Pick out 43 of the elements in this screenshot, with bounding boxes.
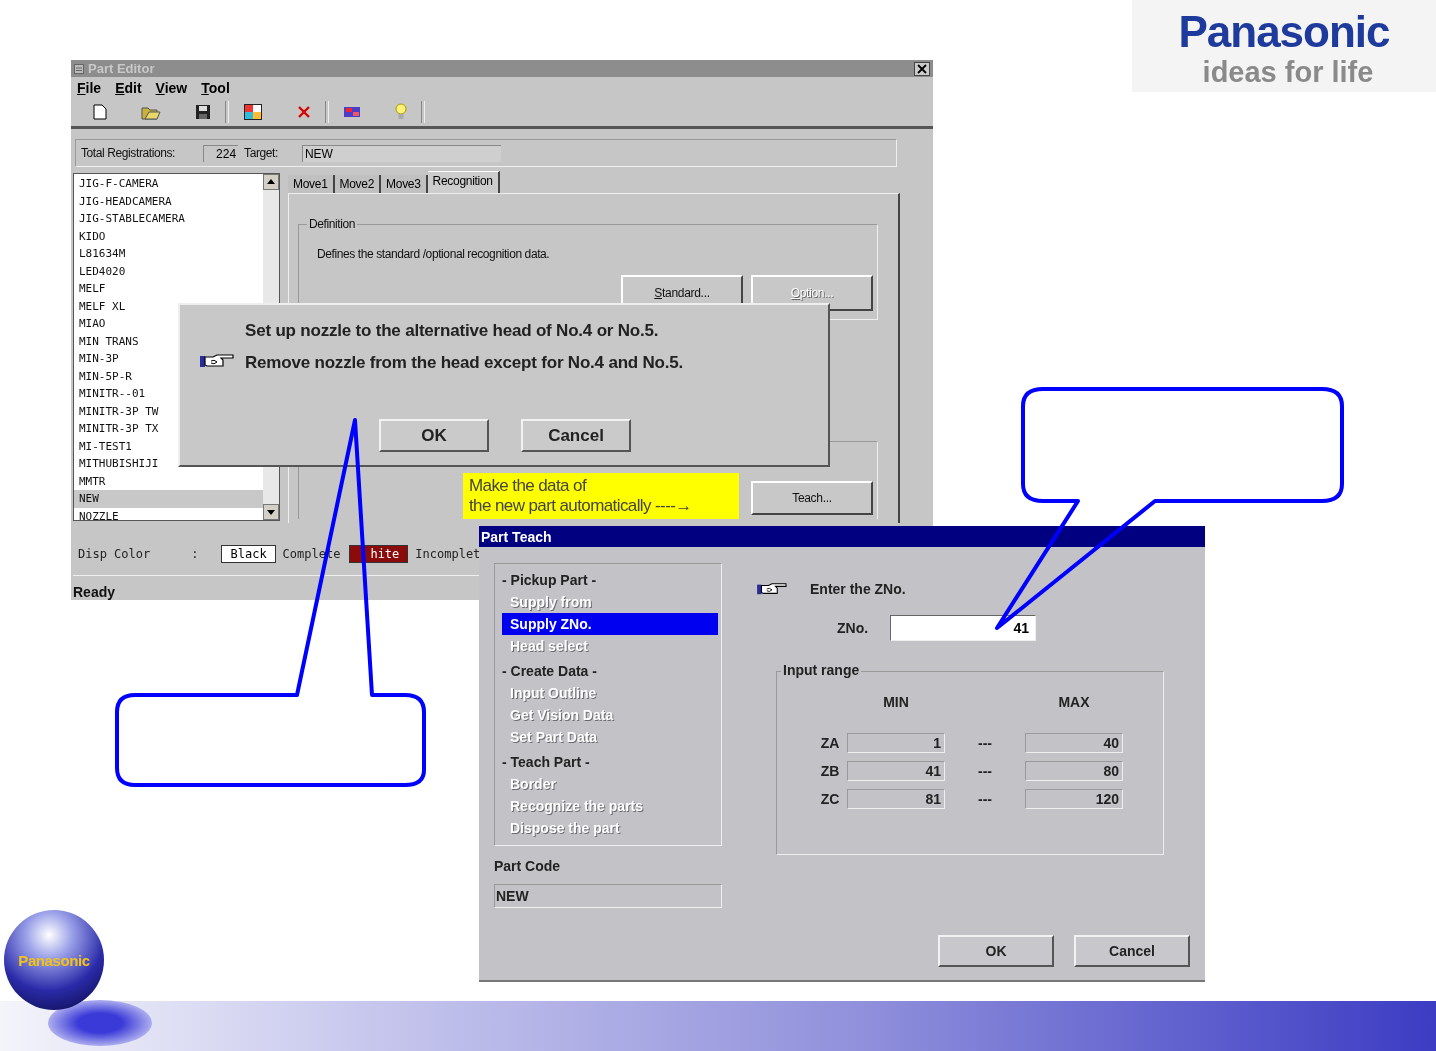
min-field: 81	[847, 789, 945, 809]
min-field: 41	[847, 761, 945, 781]
registrations-label: Total Registrations:	[81, 146, 176, 160]
group-legend: Input range	[781, 662, 862, 678]
column-header: MIN	[882, 694, 910, 710]
brand-slogan: ideas for life	[1202, 56, 1374, 88]
step-heading: - Create Data -	[502, 662, 598, 681]
range-separator: ---	[977, 791, 993, 807]
column-header: MAX	[1057, 694, 1091, 710]
dialog-message: Set up nozzle to the alternative head of No.4 or No.5.	[245, 321, 660, 341]
window-title: Part Teach	[481, 528, 552, 545]
step-heading: - Teach Part -	[502, 753, 591, 772]
range-separator: ---	[977, 735, 993, 751]
step-heading: - Pickup Part -	[502, 571, 598, 590]
status-text: Incomplet	[415, 547, 481, 561]
target-field: NEW	[301, 144, 501, 162]
zno-label: ZNo.	[837, 620, 869, 636]
part-code-label: Part Code	[494, 858, 562, 874]
color-swatch: Black	[221, 545, 276, 563]
color-swatch: hite	[349, 545, 409, 563]
min-field: 1	[847, 733, 945, 753]
row-label: ZC	[819, 791, 841, 807]
note-text: the new part automatically ----→	[469, 496, 693, 516]
prompt-text: Enter the ZNo.	[810, 581, 906, 597]
definition-text: Defines the standard /optional recognition data.	[317, 247, 551, 261]
max-field: 80	[1025, 761, 1123, 781]
colon-text: :	[191, 547, 199, 561]
max-field: 120	[1025, 789, 1123, 809]
sphere-logo: Panasonic	[18, 951, 90, 969]
disp-color-label: Disp Color	[78, 547, 151, 561]
registrations-count: 224	[203, 144, 239, 162]
part-code-field: NEW	[494, 884, 722, 908]
group-legend: Definition	[307, 217, 358, 231]
target-label: Target:	[244, 146, 278, 160]
note-text: Make the data of	[469, 476, 588, 496]
brand-logo: Panasonic	[1178, 8, 1390, 56]
range-separator: ---	[977, 763, 993, 779]
window-title: Part Editor	[88, 61, 155, 77]
row-label: ZB	[819, 763, 841, 779]
row-label: ZA	[819, 735, 841, 751]
status-text: Ready	[73, 584, 116, 600]
max-field: 40	[1025, 733, 1123, 753]
dialog-message: Remove nozzle from the head except for No.4 and No.5.	[245, 353, 684, 373]
